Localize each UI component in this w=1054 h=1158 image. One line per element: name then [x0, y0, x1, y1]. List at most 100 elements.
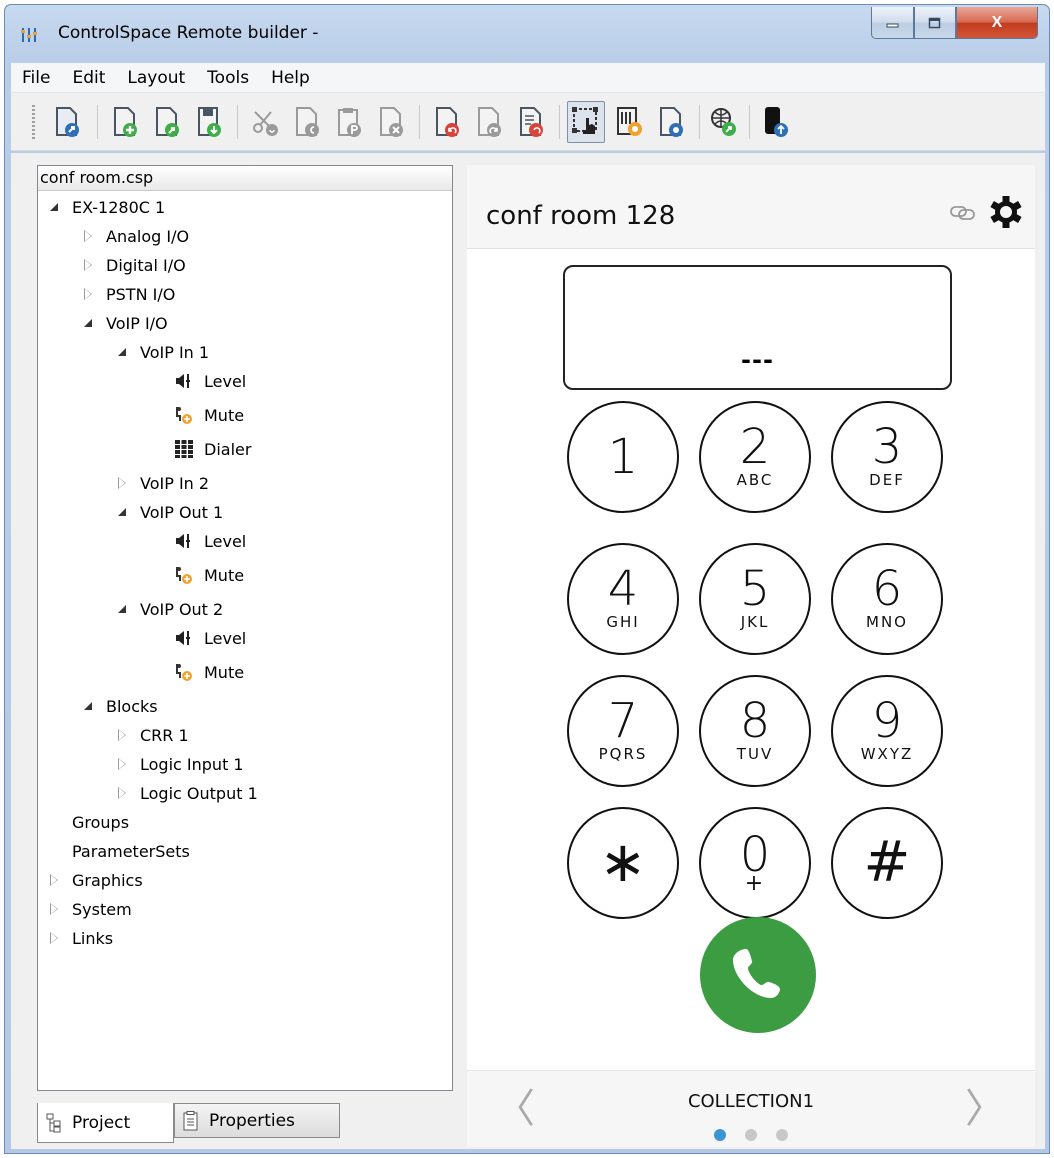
collapsed-arrow-icon[interactable] [118, 787, 128, 799]
save-file-icon[interactable] [191, 101, 229, 143]
dial-key[interactable]: 4 GHI [567, 543, 679, 655]
open-file-icon[interactable] [149, 101, 187, 143]
close-button[interactable]: X [956, 7, 1038, 39]
tree-node[interactable]: Level [174, 367, 246, 395]
tab-project[interactable]: Project [37, 1103, 174, 1143]
collapsed-arrow-icon[interactable] [118, 729, 128, 741]
tree-node[interactable]: Analog I/O [84, 222, 189, 250]
tree-node[interactable]: Mute [174, 658, 244, 686]
web-export-icon[interactable] [705, 101, 743, 143]
tree-node[interactable]: CRR 1 [118, 721, 189, 749]
expanded-arrow-icon[interactable] [118, 347, 128, 357]
maximize-button[interactable] [914, 7, 956, 39]
page-dot[interactable] [714, 1129, 726, 1141]
tree-node[interactable]: Level [174, 527, 246, 555]
tree-node[interactable]: Mute [174, 561, 244, 589]
dialer-settings-icon[interactable] [611, 101, 649, 143]
project-tree[interactable]: conf room.csp EX-1280C 1 Analog I/O Digita… [37, 165, 453, 1091]
tree-node[interactable]: VoIP Out 1 [118, 498, 223, 526]
page-dot[interactable] [776, 1129, 788, 1141]
expanded-arrow-icon[interactable] [84, 318, 94, 328]
dial-key[interactable]: 2 ABC [699, 401, 811, 513]
tree-node[interactable]: VoIP In 2 [118, 469, 209, 497]
undo-icon[interactable] [429, 101, 467, 143]
dial-display: --- [563, 265, 952, 390]
dial-key[interactable]: 5 JKL [699, 543, 811, 655]
dial-key[interactable]: 0 + [699, 807, 811, 919]
tree-node[interactable]: Mute [174, 401, 244, 429]
dial-key[interactable]: 7 PQRS [567, 675, 679, 787]
toolbar-separator [749, 105, 750, 139]
collapsed-arrow-icon[interactable] [84, 288, 94, 300]
tree-node[interactable]: Groups [50, 808, 129, 836]
tree-node[interactable]: ParameterSets [50, 837, 190, 865]
delete-icon[interactable] [373, 101, 411, 143]
tree-node[interactable]: Links [50, 924, 113, 952]
tab-properties[interactable]: Properties [174, 1103, 340, 1138]
link-icon[interactable] [950, 205, 976, 226]
tree-node[interactable]: Logic Input 1 [118, 750, 244, 778]
tree-node[interactable]: Level [174, 624, 246, 652]
dial-key-letters: TUV [736, 745, 774, 763]
project-tree-icon [46, 1113, 62, 1133]
redo-icon[interactable] [471, 101, 509, 143]
tree-node[interactable]: PSTN I/O [84, 280, 175, 308]
tree-node-label: ParameterSets [72, 841, 190, 861]
tree-node[interactable]: VoIP In 1 [118, 338, 209, 366]
tree-node-label: Links [72, 928, 114, 948]
dial-key[interactable]: 8 TUV [699, 675, 811, 787]
cut-icon[interactable] [247, 101, 285, 143]
collapsed-arrow-icon[interactable] [118, 477, 128, 489]
dial-key[interactable]: ∗ [567, 807, 679, 919]
dial-key[interactable]: 1 [567, 401, 679, 513]
menu-help[interactable]: Help [260, 68, 321, 88]
tree-node[interactable]: VoIP I/O [84, 309, 168, 337]
toolbar-grip[interactable] [32, 105, 35, 139]
phone-upload-icon[interactable] [757, 101, 795, 143]
tree-node[interactable]: Logic Output 1 [118, 779, 258, 807]
tree-node[interactable]: Blocks [84, 692, 158, 720]
menu-layout[interactable]: Layout [116, 68, 196, 88]
collapsed-arrow-icon[interactable] [84, 230, 94, 242]
speaker-level-icon [174, 371, 194, 391]
menu-edit[interactable]: Edit [61, 68, 116, 88]
paste-icon[interactable] [331, 101, 369, 143]
expanded-arrow-icon[interactable] [118, 604, 128, 614]
device-settings-icon[interactable] [653, 101, 691, 143]
tree-node-label: Level [204, 371, 247, 391]
page-dot[interactable] [745, 1129, 757, 1141]
tree-node[interactable]: EX-1280C 1 [50, 193, 165, 221]
project-file-node[interactable]: conf room.csp [38, 166, 452, 191]
new-file-icon[interactable] [107, 101, 145, 143]
collapsed-arrow-icon[interactable] [84, 259, 94, 271]
layout-edit-icon[interactable] [567, 101, 605, 143]
keypad-icon [174, 439, 194, 459]
toolbar-separator [559, 105, 560, 139]
dial-key[interactable]: 9 WXYZ [831, 675, 943, 787]
collapsed-arrow-icon[interactable] [50, 903, 60, 915]
tree-node[interactable]: Graphics [50, 866, 143, 894]
tree-node[interactable]: Digital I/O [84, 251, 186, 279]
open-remote-icon[interactable] [49, 101, 87, 143]
menu-file[interactable]: File [11, 68, 61, 88]
expanded-arrow-icon[interactable] [50, 202, 60, 212]
minimize-button[interactable] [871, 7, 914, 39]
collapsed-arrow-icon[interactable] [50, 874, 60, 886]
tree-node[interactable]: VoIP Out 2 [118, 595, 223, 623]
expanded-arrow-icon[interactable] [84, 701, 94, 711]
tree-node[interactable]: System [50, 895, 132, 923]
tree-node[interactable]: Dialer [174, 435, 251, 463]
copy-icon[interactable] [289, 101, 327, 143]
tree-node-label: CRR 1 [140, 725, 189, 745]
gear-icon[interactable] [989, 195, 1023, 234]
menu-tools[interactable]: Tools [196, 68, 260, 88]
collapsed-arrow-icon[interactable] [50, 932, 60, 944]
collapsed-arrow-icon[interactable] [118, 758, 128, 770]
call-button[interactable] [700, 917, 816, 1033]
dial-key[interactable]: 6 MNO [831, 543, 943, 655]
expanded-arrow-icon[interactable] [118, 507, 128, 517]
reload-list-icon[interactable] [513, 101, 551, 143]
dial-key[interactable]: 3 DEF [831, 401, 943, 513]
dial-key-digit: 7 [607, 693, 639, 749]
dial-key[interactable]: # [831, 807, 943, 919]
